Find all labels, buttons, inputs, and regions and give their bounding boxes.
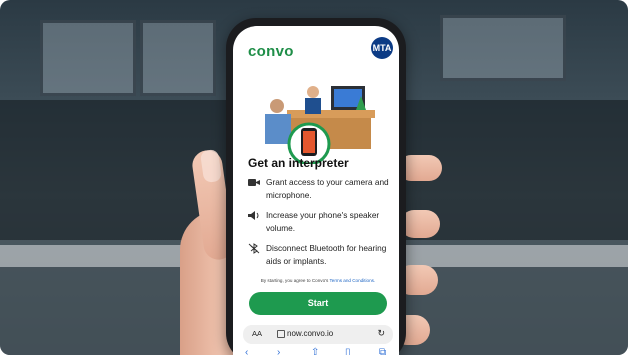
lock-icon: [277, 330, 285, 338]
speaker-icon: [248, 211, 259, 220]
illustration-customer-head: [270, 99, 284, 113]
terms-link[interactable]: Terms and Conditions.: [330, 278, 376, 283]
page-title: Get an interpreter: [248, 156, 349, 170]
back-icon[interactable]: ‹: [245, 347, 248, 355]
instruction-volume-text: Increase your phone's speaker volume.: [266, 210, 380, 233]
illustration-agent-body: [305, 98, 321, 114]
tabs-icon[interactable]: ⧉: [379, 347, 386, 355]
background-window-right: [440, 15, 566, 81]
illustration-desk-top: [287, 110, 375, 118]
browser-address-bar[interactable]: AA now.convo.io ↻: [243, 325, 393, 344]
illustration-monitor-screen: [334, 89, 362, 107]
text-size-button[interactable]: AA: [252, 329, 262, 338]
start-button[interactable]: Start: [249, 292, 387, 315]
convo-logo: convo: [248, 43, 294, 60]
background-photo: convo MTA Get an interpreter Grant acces…: [0, 0, 628, 355]
background-window-center: [140, 20, 216, 96]
phone: convo MTA Get an interpreter Grant acces…: [226, 18, 406, 355]
bluetooth-off-icon: [248, 243, 260, 254]
illustration-customer-body: [265, 114, 291, 144]
instruction-camera-text: Grant access to your camera and micropho…: [266, 177, 389, 200]
bookmarks-icon[interactable]: ▯: [345, 347, 351, 355]
consent-text: By starting, you agree to Convo's Terms …: [248, 278, 388, 283]
browser-toolbar: ‹ › ⇧ ▯ ⧉: [233, 347, 399, 355]
share-icon[interactable]: ⇧: [311, 347, 319, 355]
background-window-left: [40, 20, 136, 96]
phone-screen: convo MTA Get an interpreter Grant acces…: [233, 26, 399, 355]
url-text[interactable]: now.convo.io: [287, 329, 333, 338]
illustration-agent-head: [307, 86, 319, 98]
reload-icon[interactable]: ↻: [377, 328, 385, 339]
forward-icon[interactable]: ›: [277, 347, 280, 355]
mta-logo: MTA: [371, 37, 393, 59]
interpreter-illustration: [265, 86, 375, 164]
illustration-phone-screen: [303, 131, 315, 153]
finger-2: [400, 210, 440, 238]
consent-prefix: By starting, you agree to Convo's: [260, 278, 330, 283]
instruction-bluetooth-text: Disconnect Bluetooth for hearing aids or…: [266, 243, 387, 266]
video-camera-icon: [248, 179, 260, 186]
